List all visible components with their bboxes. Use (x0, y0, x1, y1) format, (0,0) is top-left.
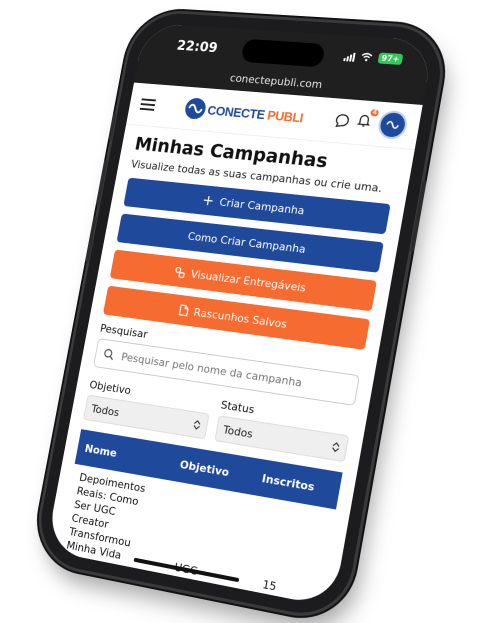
delivery-icon (173, 266, 186, 279)
logo-mark-icon (183, 97, 207, 120)
signal-icon (343, 51, 356, 62)
status-value: Todos (222, 422, 254, 441)
page-content: CONECTE PUBLI 4 Minhas Campanhas Visuali… (46, 82, 423, 608)
campaign-name[interactable]: Depoimentos Reais: Como Ser UGC Creator … (65, 471, 159, 568)
phone-mockup: 22:09 97+ conectepubli.com CONECTE PUBLI… (32, 11, 449, 623)
objective-value: Todos (90, 401, 121, 419)
column-header-subscribers[interactable]: Inscritos (245, 469, 333, 497)
create-campaign-label: Criar Campanha (218, 195, 306, 217)
search-icon (103, 348, 116, 361)
notification-badge: 4 (370, 108, 380, 117)
status-time: 22:09 (175, 38, 219, 57)
logo-text-conecte: CONECTE (206, 102, 267, 122)
column-header-name[interactable]: Nome (84, 441, 165, 467)
menu-icon[interactable] (139, 98, 157, 111)
notifications[interactable]: 4 (355, 108, 380, 133)
document-icon (178, 304, 189, 317)
chevron-updown-icon (331, 441, 341, 452)
chat-icon[interactable] (334, 113, 350, 128)
header-actions: 4 (333, 106, 410, 141)
chevron-updown-icon (193, 419, 201, 430)
wifi-icon (360, 52, 373, 62)
status-filter: Status Todos (214, 392, 353, 463)
avatar[interactable] (376, 109, 410, 141)
plus-icon: + (201, 190, 216, 210)
brand-logo[interactable]: CONECTE PUBLI (183, 97, 305, 128)
dynamic-island (240, 38, 326, 68)
how-to-create-label: Como Criar Campanha (186, 229, 307, 256)
objective-filter: Objetivo Todos (83, 373, 214, 440)
battery-indicator: 97+ (377, 52, 404, 66)
status-icons: 97+ (343, 50, 404, 66)
view-deliverables-label: Visualizar Entregáveis (189, 267, 308, 295)
saved-drafts-label: Rascunhos Salvos (192, 305, 289, 331)
phone-screen: 22:09 97+ conectepubli.com CONECTE PUBLI… (45, 22, 435, 608)
logo-text-publi: PUBLI (266, 107, 305, 125)
column-header-objective[interactable]: Objetivo (163, 455, 247, 482)
